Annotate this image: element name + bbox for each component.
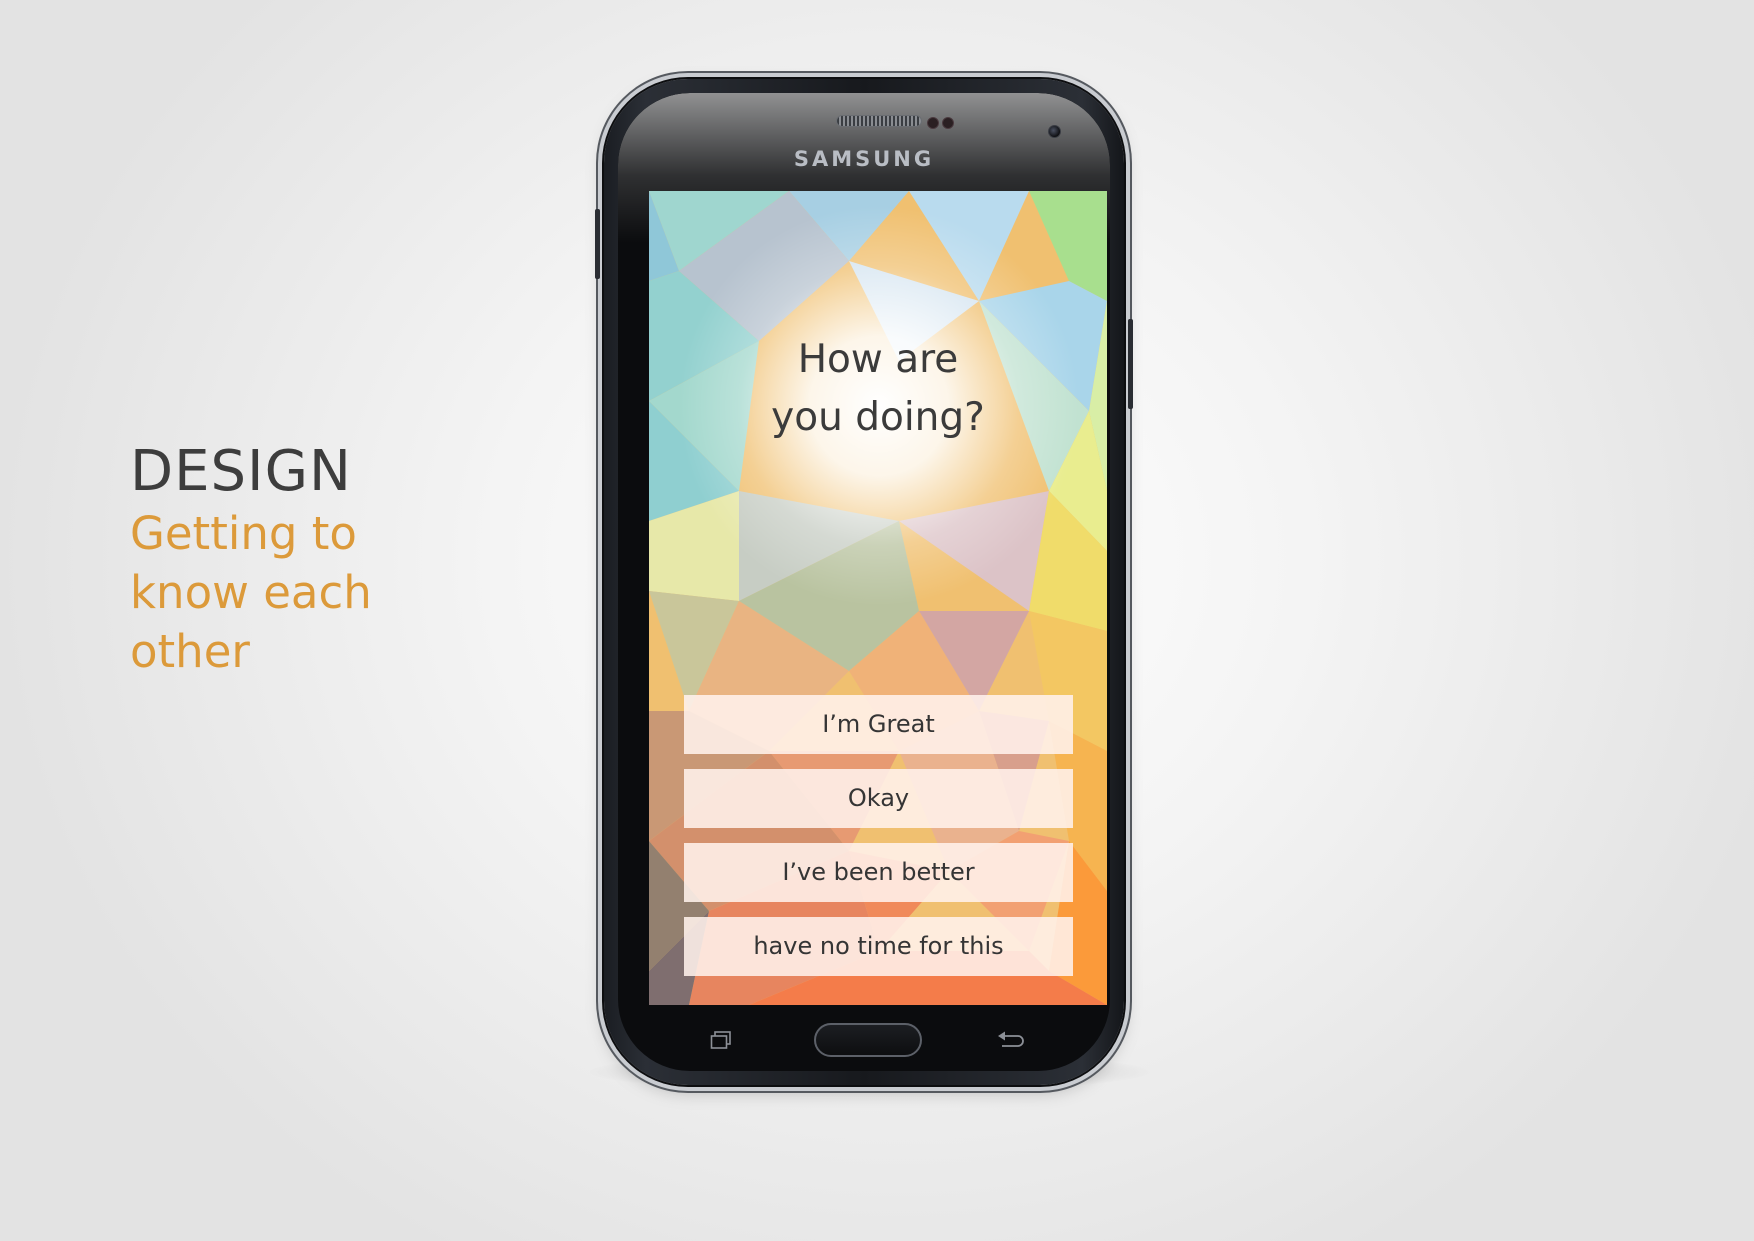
front-camera-icon <box>1048 125 1061 138</box>
answer-okay-button[interactable]: Okay <box>684 769 1073 828</box>
proximity-sensor <box>927 117 939 129</box>
answer-im-great-button[interactable]: I’m Great <box>684 695 1073 754</box>
light-sensor <box>942 117 954 129</box>
question-text: How are you doing? <box>771 337 985 440</box>
back-icon[interactable] <box>996 1030 1026 1050</box>
answer-been-better-button[interactable]: I’ve been better <box>684 843 1073 902</box>
home-button[interactable] <box>814 1023 922 1057</box>
answer-no-time-button[interactable]: have no time for this <box>684 917 1073 976</box>
answer-list: I’m Great Okay I’ve been better have no … <box>684 695 1073 991</box>
earpiece-speaker <box>836 115 922 127</box>
phone-mockup: SAMSUNG How are you doing? I’m Great Oka… <box>595 79 1133 1085</box>
phone-front: SAMSUNG How are you doing? I’m Great Oka… <box>618 93 1110 1071</box>
power-key <box>1128 319 1133 409</box>
brand-logo: SAMSUNG <box>793 147 935 171</box>
caption-block: DESIGN Getting to know each other <box>130 442 490 681</box>
caption-subtitle: Getting to know each other <box>130 507 372 678</box>
recent-apps-icon[interactable] <box>710 1030 732 1050</box>
app-screen: How are you doing? I’m Great Okay I’ve b… <box>649 191 1107 1005</box>
caption-title: DESIGN <box>130 439 352 504</box>
volume-key <box>595 209 600 279</box>
